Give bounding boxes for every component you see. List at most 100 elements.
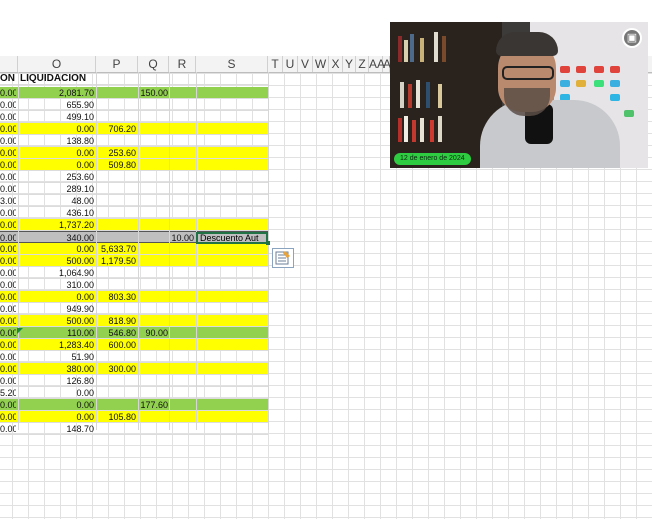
cell-left[interactable]: 0.00 <box>0 219 16 231</box>
cell-s[interactable] <box>197 123 200 135</box>
cell-p[interactable] <box>96 351 136 363</box>
cell-r[interactable] <box>169 207 194 219</box>
cell-o[interactable]: 0.00 <box>18 243 94 255</box>
cell-p[interactable] <box>96 423 136 435</box>
cell-left[interactable]: 0.00 <box>0 423 16 435</box>
cell-q[interactable] <box>138 291 168 303</box>
cell-left[interactable]: 0.00 <box>0 327 16 339</box>
cell-p[interactable]: 803.30 <box>96 291 136 303</box>
cell-p[interactable]: 5,633.70 <box>96 243 136 255</box>
fill-handle[interactable] <box>266 241 270 245</box>
column-header-p[interactable]: P <box>96 56 138 72</box>
cell-left[interactable]: 0.00 <box>0 111 16 123</box>
column-header-next[interactable]: A <box>383 56 391 72</box>
cell-o[interactable]: 0.00 <box>18 147 94 159</box>
cell-q[interactable] <box>138 363 168 375</box>
cell-p[interactable] <box>96 183 136 195</box>
cell-p[interactable] <box>96 87 136 99</box>
cell-r[interactable] <box>169 399 194 411</box>
cell-s[interactable] <box>197 147 200 159</box>
column-header-x[interactable]: X <box>329 56 343 72</box>
cell-o[interactable]: 253.60 <box>18 171 94 183</box>
cell-p[interactable]: 253.60 <box>96 147 136 159</box>
cell-o[interactable]: 949.90 <box>18 303 94 315</box>
cell-left[interactable]: 0.00 <box>0 135 16 147</box>
cell-s[interactable] <box>197 339 200 351</box>
cell-o[interactable]: 0.00 <box>18 387 94 399</box>
cell-r[interactable] <box>169 267 194 279</box>
cell-o[interactable]: 500.00 <box>18 255 94 267</box>
column-header-s[interactable]: S <box>196 56 268 72</box>
cell-o[interactable]: 289.10 <box>18 183 94 195</box>
cell-r[interactable] <box>169 99 194 111</box>
column-header-left[interactable] <box>0 56 18 72</box>
cell-r[interactable] <box>169 195 194 207</box>
cell-q[interactable] <box>138 255 168 267</box>
cell-q[interactable] <box>138 195 168 207</box>
cell-q[interactable]: 150.00 <box>138 87 168 99</box>
cell-s[interactable] <box>197 315 200 327</box>
quick-analysis-icon[interactable] <box>272 248 294 268</box>
cell-r[interactable] <box>169 303 194 315</box>
cell-p[interactable]: 105.80 <box>96 411 136 423</box>
column-header-q[interactable]: Q <box>138 56 169 72</box>
cell-p[interactable] <box>96 219 136 231</box>
cell-o[interactable]: 1,283.40 <box>18 339 94 351</box>
cell-left[interactable]: 5.20 <box>0 387 16 399</box>
cell-r[interactable] <box>169 111 194 123</box>
cell-o[interactable]: 110.00 <box>18 327 94 339</box>
cell-r[interactable] <box>169 327 194 339</box>
cell-s[interactable] <box>197 183 200 195</box>
cell-left[interactable]: 0.00 <box>0 99 16 111</box>
cell-s[interactable] <box>197 99 200 111</box>
cell-s[interactable] <box>197 351 200 363</box>
cell-p[interactable] <box>96 207 136 219</box>
camera-app-icon[interactable]: ▣ <box>622 28 642 48</box>
cell-s[interactable] <box>197 411 200 423</box>
cell-o[interactable]: 310.00 <box>18 279 94 291</box>
cell-s[interactable] <box>197 243 200 255</box>
cell-r[interactable] <box>169 255 194 267</box>
cell-s[interactable] <box>197 255 200 267</box>
cell-left[interactable]: 0.00 <box>0 267 16 279</box>
cell-s[interactable] <box>197 111 200 123</box>
cell-q[interactable] <box>138 351 168 363</box>
cell-o[interactable]: 1,064.90 <box>18 267 94 279</box>
cell-left[interactable]: 0.00 <box>0 207 16 219</box>
column-header-t[interactable]: T <box>268 56 283 72</box>
cell-s[interactable] <box>197 87 200 99</box>
cell-q[interactable]: 177.60 <box>138 399 168 411</box>
cell-o[interactable]: 1,737.20 <box>18 219 94 231</box>
column-header-r[interactable]: R <box>169 56 196 72</box>
cell-left[interactable]: 0.00 <box>0 183 16 195</box>
cell-p[interactable] <box>96 99 136 111</box>
cell-o[interactable]: 0.00 <box>18 411 94 423</box>
cell-r[interactable] <box>169 339 194 351</box>
cell-o[interactable]: 51.90 <box>18 351 94 363</box>
column-header-w[interactable]: W <box>313 56 329 72</box>
cell-r[interactable] <box>169 351 194 363</box>
cell-q[interactable] <box>138 207 168 219</box>
cell-left[interactable]: 0.00 <box>0 363 16 375</box>
cell-p[interactable] <box>96 279 136 291</box>
cell-r[interactable] <box>169 243 194 255</box>
cell-q[interactable] <box>138 267 168 279</box>
cell-left[interactable]: 0.00 <box>0 411 16 423</box>
cell-o[interactable]: 380.00 <box>18 363 94 375</box>
cell-s[interactable] <box>197 159 200 171</box>
cell-q[interactable] <box>138 387 168 399</box>
cell-left[interactable]: 0.00 <box>0 291 16 303</box>
cell-left[interactable]: 0.00 <box>0 303 16 315</box>
cell-r[interactable] <box>169 87 194 99</box>
cell-left[interactable]: 0.00 <box>0 255 16 267</box>
cell-r[interactable] <box>169 411 194 423</box>
cell-q[interactable] <box>138 99 168 111</box>
cell-r[interactable] <box>169 423 194 435</box>
cell-p[interactable] <box>96 135 136 147</box>
cell-r[interactable] <box>169 147 194 159</box>
cell-r[interactable] <box>169 315 194 327</box>
cell-s[interactable] <box>197 423 200 435</box>
cell-r[interactable] <box>169 123 194 135</box>
cell-q[interactable] <box>138 411 168 423</box>
cell-s[interactable] <box>197 363 200 375</box>
